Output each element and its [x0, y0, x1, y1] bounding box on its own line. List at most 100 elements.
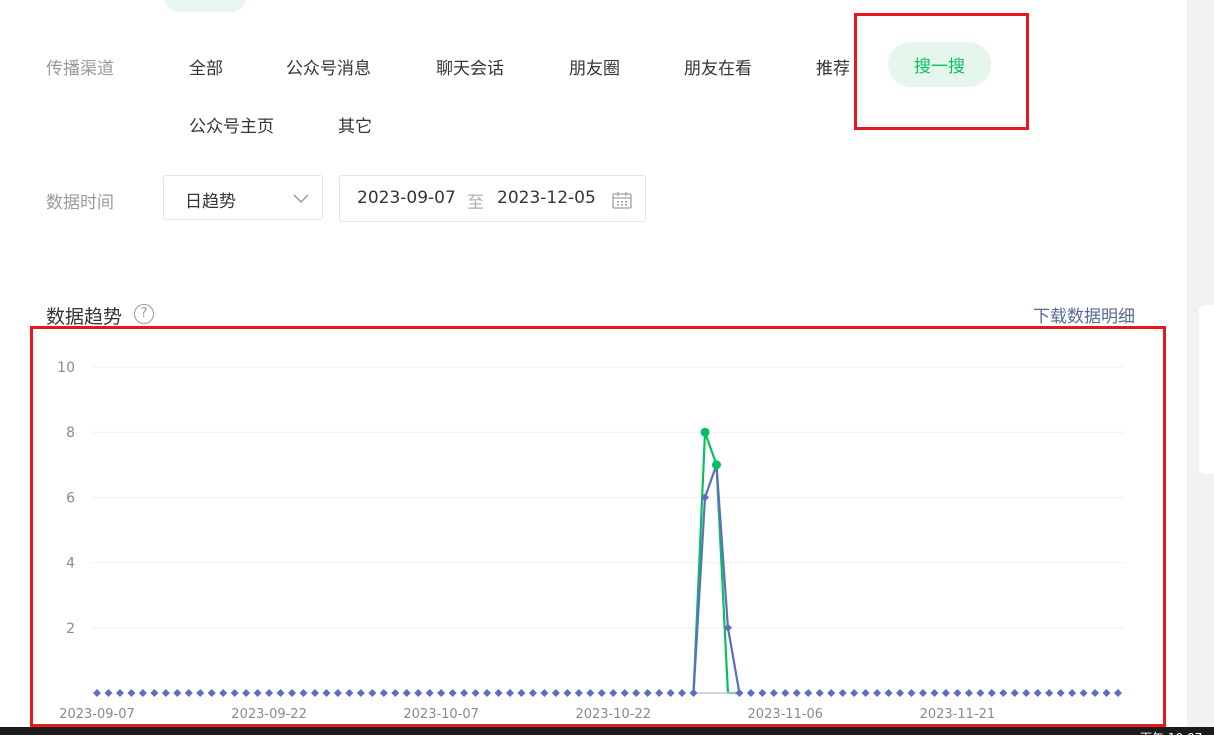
series-marker-diamond	[586, 689, 595, 697]
series-marker-diamond	[207, 689, 216, 697]
series-marker-diamond	[678, 689, 687, 697]
series-marker-diamond	[184, 689, 193, 697]
y-tick-label: 6	[66, 490, 75, 506]
series-marker-diamond	[1010, 689, 1019, 697]
series-marker-diamond	[758, 689, 767, 697]
series-marker-diamond	[1045, 689, 1054, 697]
series-marker-diamond	[941, 689, 950, 697]
series-marker-diamond	[265, 689, 274, 697]
series-marker-diamond	[127, 689, 136, 697]
series-marker-diamond	[505, 689, 514, 697]
series-marker-diamond	[540, 689, 549, 697]
series-marker-diamond	[219, 689, 228, 697]
series-marker-diamond	[1079, 689, 1088, 697]
series-marker-diamond	[93, 689, 101, 697]
series-marker-diamond	[563, 689, 572, 697]
series-marker-diamond	[609, 689, 618, 697]
series-marker-diamond	[299, 689, 308, 697]
series-marker-diamond	[414, 689, 423, 697]
series-marker-diamond	[655, 689, 664, 697]
series-marker-diamond	[632, 689, 641, 697]
series-marker-diamond	[276, 689, 285, 697]
series-marker-diamond	[288, 689, 297, 697]
series-marker-diamond	[253, 689, 262, 697]
series-marker-diamond	[838, 689, 847, 697]
series-marker-diamond	[850, 689, 859, 697]
series-marker-diamond	[884, 689, 893, 697]
series-marker-diamond	[781, 689, 790, 697]
series-line-2	[692, 463, 741, 694]
series-marker-diamond	[930, 689, 939, 697]
trend-chart: 2 4 6 8 10 2023-09-07 2023-09-22 2023-10-07 2023…	[57, 360, 1124, 722]
series-marker-circle	[700, 427, 710, 437]
series-marker-diamond	[999, 689, 1008, 697]
y-tick-label: 8	[66, 425, 75, 441]
x-tick-label: 2023-11-06	[748, 707, 824, 722]
x-tick-label: 2023-09-22	[231, 707, 307, 722]
series-marker-diamond	[987, 689, 996, 697]
series-marker-diamond	[1091, 689, 1100, 697]
series-marker-diamond	[689, 689, 698, 697]
series-marker-diamond	[746, 689, 755, 697]
series-marker-diamond	[574, 689, 583, 697]
series-marker-diamond	[173, 689, 182, 697]
series-marker-diamond	[804, 689, 813, 697]
os-taskbar	[0, 727, 1214, 735]
x-tick-label: 2023-10-22	[575, 707, 651, 722]
series-marker-diamond	[873, 689, 882, 697]
series-marker-diamond	[242, 689, 251, 697]
series-marker-diamond	[597, 689, 606, 697]
x-tick-label: 2023-10-07	[403, 707, 479, 722]
series-marker-diamond	[1102, 689, 1111, 697]
series-marker-diamond	[643, 689, 652, 697]
series-marker-diamond	[827, 689, 836, 697]
series-marker-diamond	[907, 689, 916, 697]
x-tick-label: 2023-11-21	[920, 707, 996, 722]
series-marker-diamond	[150, 689, 159, 697]
series-marker-diamond	[460, 689, 469, 697]
series-marker-diamond	[230, 689, 239, 697]
series-marker-diamond	[918, 689, 927, 697]
series-marker-diamond	[620, 689, 629, 697]
series-marker-diamond	[494, 689, 503, 697]
series-marker-diamond	[391, 689, 400, 697]
series-marker-diamond	[1033, 689, 1042, 697]
series-marker-diamond	[1068, 689, 1077, 697]
series-marker-diamond	[104, 689, 113, 697]
series-marker-diamond	[368, 689, 377, 697]
y-tick-label: 10	[57, 360, 75, 376]
series-marker-diamond	[1056, 689, 1065, 697]
series-marker-diamond	[976, 689, 985, 697]
series-marker-diamond	[528, 689, 537, 697]
series-marker-diamond	[483, 689, 492, 697]
series-marker-diamond	[437, 689, 446, 697]
series-marker-diamond	[861, 689, 870, 697]
series-marker-diamond	[471, 689, 480, 697]
series-marker-diamond	[425, 689, 434, 697]
side-floating-panel	[1199, 305, 1214, 474]
series-marker-diamond	[735, 689, 744, 697]
series-marker-diamond	[138, 689, 147, 697]
series-marker-diamond	[115, 689, 124, 697]
series-marker-diamond	[356, 689, 365, 697]
series-marker-diamond	[792, 689, 801, 697]
series-marker-diamond	[815, 689, 824, 697]
series-marker-diamond	[345, 689, 354, 697]
series-marker-diamond	[896, 689, 905, 697]
series-marker-diamond	[161, 689, 170, 697]
series-marker-diamond	[953, 689, 962, 697]
x-tick-label: 2023-09-07	[59, 707, 135, 722]
series-marker-diamond	[402, 689, 411, 697]
y-tick-label: 2	[66, 621, 75, 637]
series-marker-diamond	[310, 689, 319, 697]
series-marker-diamond	[769, 689, 778, 697]
taskbar-clock: 下午 10:07	[1140, 731, 1203, 745]
series-marker-diamond	[379, 689, 388, 697]
series-marker-diamond	[964, 689, 973, 697]
y-tick-label: 4	[66, 556, 75, 572]
series-marker-diamond	[551, 689, 560, 697]
series-marker-diamond	[333, 689, 342, 697]
series-marker-diamond	[1114, 689, 1122, 697]
series-marker-diamond	[666, 689, 675, 697]
series-marker-circle	[711, 460, 721, 470]
